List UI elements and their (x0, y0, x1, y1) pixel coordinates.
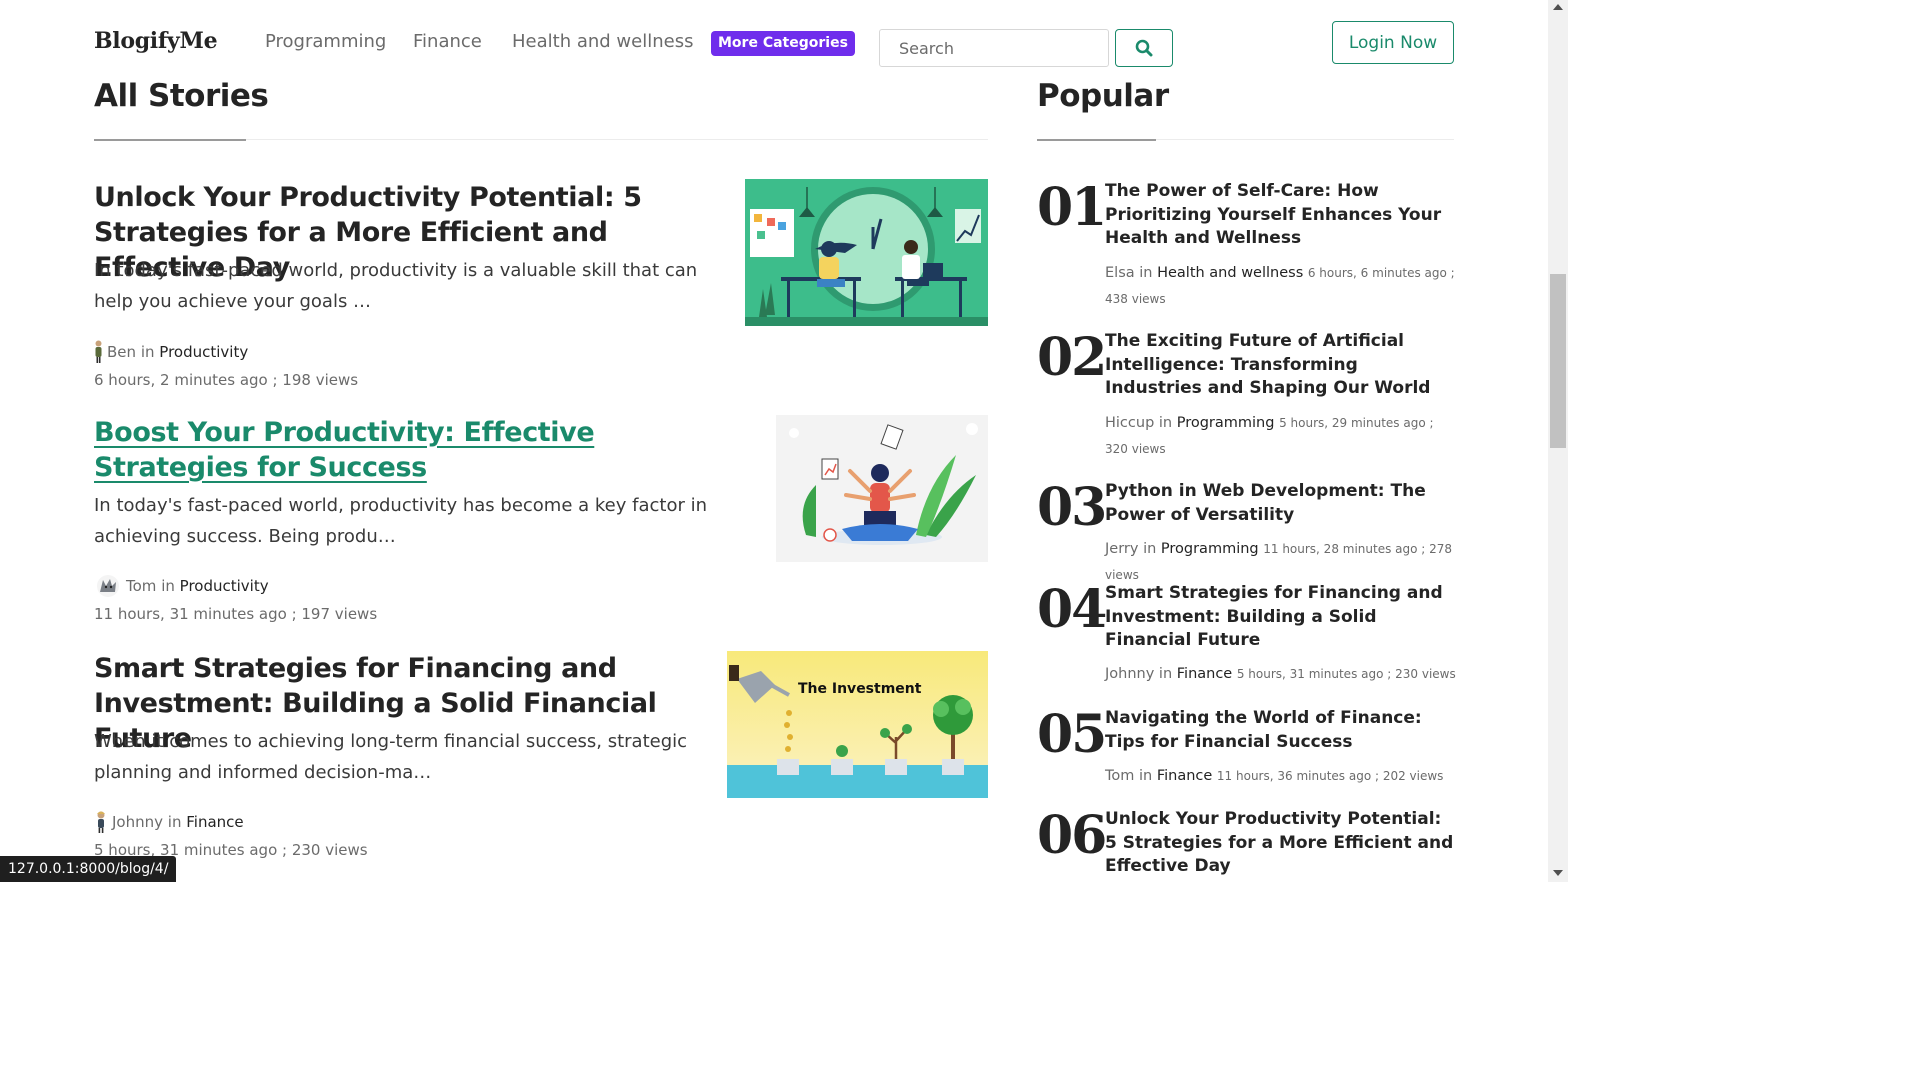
story-excerpt: In today's fast-paced world, productivit… (94, 260, 698, 312)
more-categories-button[interactable]: More Categories (711, 31, 855, 56)
nav-finance[interactable]: Finance (413, 31, 482, 52)
meta-in: in (161, 577, 175, 595)
popular-stats: 5 hours, 31 minutes ago ; 230 views (1236, 667, 1456, 681)
story-date-views: 11 hours, 31 minutes ago ; 197 views (94, 605, 378, 623)
popular-item: 05 Navigating the World of Finance: Tips… (1037, 707, 1457, 807)
popular-title[interactable]: Unlock Your Productivity Potential: 5 St… (1105, 808, 1457, 879)
meta-in: in (167, 813, 182, 831)
story-thumbnail[interactable] (745, 179, 988, 326)
popular-meta: Elsa in Health and wellness 6 hours, 6 m… (1105, 260, 1457, 312)
popular-meta: Jerry in Programming 11 hours, 28 minute… (1105, 536, 1457, 588)
link-status-url: 127.0.0.1:8000/blog/4/ (0, 856, 177, 882)
popular-rank: 05 (1037, 704, 1107, 765)
avatar (97, 575, 119, 597)
popular-title[interactable]: Python in Web Development: The Power of … (1105, 480, 1457, 527)
popular-item: 03 Python in Web Development: The Power … (1037, 477, 1457, 583)
story-thumbnail[interactable] (776, 415, 988, 562)
meta-in: in (1139, 768, 1153, 784)
category-link[interactable]: Productivity (180, 577, 269, 595)
popular-stats: 11 hours, 36 minutes ago ; 202 views (1216, 769, 1444, 783)
category-link[interactable]: Finance (186, 813, 243, 831)
author-name[interactable]: Ben (107, 343, 136, 361)
category-link[interactable]: Health and wellness (1157, 265, 1303, 281)
popular-item: 06 Unlock Your Productivity Potential: 5… (1037, 808, 1457, 882)
popular-stats: 11 hours, 28 minutes ago ; 278 views (1105, 542, 1453, 582)
avatar (97, 811, 105, 833)
scroll-up-arrow-icon[interactable] (1553, 4, 1563, 10)
popular-rank: 02 (1037, 327, 1107, 388)
author-name[interactable]: Elsa (1105, 265, 1135, 281)
popular-rank: 01 (1037, 177, 1107, 238)
story-excerpt: In today's fast-paced world, productivit… (94, 495, 707, 547)
popular-title[interactable]: Navigating the World of Finance: Tips fo… (1105, 707, 1457, 754)
meta-in: in (1158, 666, 1173, 682)
popular-title[interactable]: The Exciting Future of Artificial Intell… (1105, 330, 1457, 401)
site-header: BlogifyMe Programming Finance Health and… (0, 0, 1548, 80)
category-link[interactable]: Finance (1177, 666, 1232, 682)
popular-rank: 03 (1037, 477, 1107, 538)
popular-rank: 06 (1037, 808, 1107, 866)
search-icon (1135, 39, 1153, 57)
popular-meta: Tom in Finance 11 hours, 36 minutes ago … (1105, 763, 1457, 789)
avatar (95, 340, 102, 363)
story-thumbnail[interactable]: The Investment (727, 651, 988, 798)
meta-in: in (1143, 541, 1157, 557)
story-date-views: 6 hours, 2 minutes ago ; 198 views (94, 371, 359, 389)
investment-caption: The Investment (798, 681, 922, 697)
story-meta: Johnny in Finance (94, 810, 244, 834)
popular-rank: 04 (1037, 579, 1107, 640)
nav-health-wellness[interactable]: Health and wellness (512, 31, 693, 52)
search-input[interactable] (879, 29, 1109, 67)
author-name[interactable]: Tom (1105, 768, 1134, 784)
category-link[interactable]: Finance (1157, 768, 1212, 784)
meta-in: in (1158, 415, 1173, 431)
popular-item: 01 The Power of Self-Care: How Prioritiz… (1037, 180, 1457, 320)
popular-title[interactable]: The Power of Self-Care: How Prioritizing… (1105, 180, 1457, 251)
author-name[interactable]: Johnny (1105, 666, 1154, 682)
search-button[interactable] (1115, 29, 1173, 67)
popular-item: 02 The Exciting Future of Artificial Int… (1037, 330, 1457, 470)
category-link[interactable]: Programming (1177, 415, 1275, 431)
author-name[interactable]: Jerry (1105, 541, 1138, 557)
meta-in: in (140, 343, 155, 361)
login-button[interactable]: Login Now (1332, 21, 1454, 64)
story-title[interactable]: Boost Your Productivity: Effective Strat… (94, 415, 754, 485)
site-logo[interactable]: BlogifyMe (94, 28, 218, 54)
popular-heading: Popular (1037, 78, 1169, 114)
author-name[interactable]: Johnny (112, 813, 163, 831)
category-link[interactable]: Productivity (159, 343, 248, 361)
nav-programming[interactable]: Programming (265, 31, 386, 52)
meta-in: in (1139, 265, 1153, 281)
productivity-illustration (745, 179, 988, 326)
popular-underline (1037, 139, 1156, 141)
story-excerpt: When it comes to achieving long-term fin… (94, 731, 688, 783)
all-stories-underline (94, 139, 246, 141)
story-meta: Ben in Productivity (94, 340, 248, 364)
popular-item: 04 Smart Strategies for Financing and In… (1037, 582, 1457, 702)
author-name[interactable]: Tom (126, 577, 156, 595)
all-stories-heading: All Stories (94, 78, 269, 114)
multitasking-illustration (776, 415, 988, 562)
popular-title[interactable]: Smart Strategies for Financing and Inves… (1105, 582, 1457, 653)
author-name[interactable]: Hiccup (1105, 415, 1154, 431)
scrollbar-thumb[interactable] (1550, 274, 1566, 448)
page-scrollbar[interactable] (1548, 0, 1568, 882)
story-meta: Tom in Productivity (94, 574, 269, 598)
category-link[interactable]: Programming (1161, 541, 1259, 557)
popular-meta: Hiccup in Programming 5 hours, 29 minute… (1105, 410, 1457, 462)
scroll-down-arrow-icon[interactable] (1553, 870, 1563, 876)
investment-illustration: The Investment (727, 651, 988, 798)
popular-meta: Johnny in Finance 5 hours, 31 minutes ag… (1105, 661, 1457, 687)
